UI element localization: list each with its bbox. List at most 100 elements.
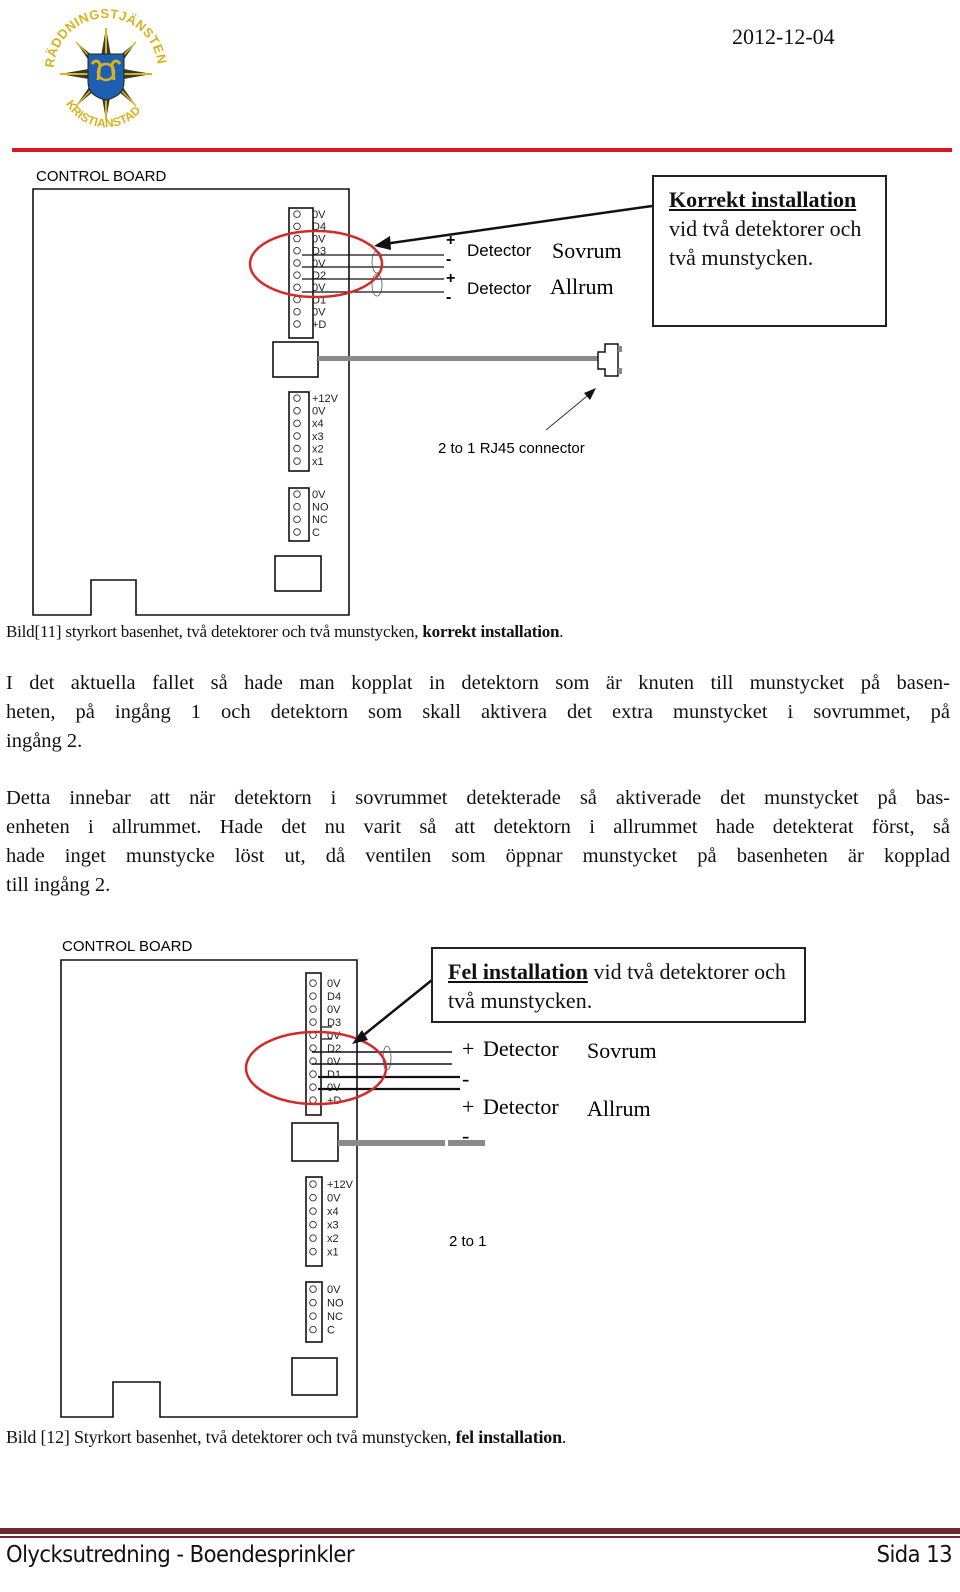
terminal-pin-icon	[309, 1018, 317, 1026]
terminal-pin-icon	[309, 1312, 317, 1320]
terminal-label: x1	[312, 456, 324, 468]
terminal-label: 0V	[312, 233, 326, 245]
terminal-pin-icon	[293, 444, 301, 453]
terminal-label: +D	[312, 319, 326, 331]
terminal-label: 0V	[312, 209, 326, 221]
rj45-socket	[272, 341, 319, 378]
terminal-pin-icon	[293, 394, 301, 402]
plus-sign: +	[446, 270, 455, 287]
terminal-label: x2	[327, 1233, 339, 1245]
detector-1-plus: +	[462, 1036, 474, 1061]
terminal-pin-icon	[293, 490, 301, 498]
terminal-pin-icon	[293, 259, 301, 267]
paragraph-line: hade inget munstycke löst ut, då ventile…	[6, 845, 950, 867]
detector-label-1: Detector	[483, 1036, 559, 1061]
paragraph-line: enheten i allrummet. Hade det nu varit s…	[6, 816, 950, 838]
terminal-pin-icon	[309, 1220, 317, 1229]
terminal-label: x3	[327, 1220, 339, 1232]
figure-caption-11: Bild[11] styrkort basenhet, två detektor…	[6, 622, 564, 642]
terminal-pin-icon	[309, 992, 317, 1000]
connector-label: 2 to 1 RJ45 connector	[438, 440, 585, 457]
caption-bold: fel installation	[455, 1427, 563, 1447]
detector-2-plus: +	[462, 1094, 474, 1119]
paragraph-2: Detta innebar att när detektorn i sovrum…	[6, 784, 950, 900]
terminal-label: D1	[327, 1069, 341, 1081]
terminal-label: C	[327, 1325, 335, 1337]
arrow-head-icon	[374, 236, 391, 250]
minus-sign: -	[446, 289, 451, 306]
terminal-label: D2	[312, 270, 326, 282]
board-title: CONTROL BOARD	[36, 168, 166, 185]
connector-pointer	[545, 391, 593, 431]
terminal-block-detectors	[305, 972, 322, 1116]
terminal-label: NO	[327, 1298, 344, 1310]
caption-text: Bild[11] styrkort basenhet, två detektor…	[6, 622, 423, 641]
terminal-label: x4	[312, 418, 324, 430]
terminal-label: x4	[327, 1206, 339, 1218]
terminal-label: x1	[327, 1247, 339, 1259]
terminal-pin-icon	[309, 1005, 317, 1013]
terminal-label: 0V	[312, 489, 326, 501]
caption-end: .	[559, 622, 564, 641]
connector-label-partial: 2 to 1	[449, 1233, 487, 1250]
terminal-label: 0V	[327, 1056, 341, 1068]
callout-wrong-installation: Fel installation vid två detektorer och …	[431, 947, 806, 1023]
terminal-label: 0V	[327, 1004, 341, 1016]
terminal-pin-icon	[309, 1083, 317, 1091]
terminal-pin-icon	[293, 406, 301, 415]
terminal-pin-icon	[293, 419, 301, 428]
minus-sign: -	[446, 251, 451, 268]
terminal-block-3-labels: 0V NONC C	[309, 1284, 344, 1337]
terminal-label: NC	[312, 514, 328, 526]
callout-bold: Fel installation	[448, 959, 588, 984]
terminal-label: x2	[312, 443, 324, 455]
rj45-connector-icon	[597, 343, 619, 377]
rj45-socket	[291, 1122, 339, 1162]
callout-arrow	[359, 979, 433, 1039]
terminal-label: D3	[312, 246, 326, 258]
detector-1-minus: -	[462, 1066, 469, 1091]
terminal-label: 0V	[327, 1193, 341, 1205]
terminal-block-2-labels: +12V0Vx4x3x2x1	[293, 393, 339, 468]
callout-text: vid två detektorer och två munstycken.	[669, 216, 862, 270]
footer-title: Olycksutredning - Boendesprinkler	[6, 1542, 355, 1568]
paragraph-line: ingång 2.	[6, 730, 83, 752]
terminal-label: +12V	[327, 1179, 354, 1191]
terminal-block-1-labels: 0VD40VD30VD20VD10V+D	[309, 978, 341, 1107]
figure-caption-12: Bild [12] Styrkort basenhet, två detekto…	[6, 1427, 566, 1448]
control-board-outline	[60, 959, 358, 1418]
caption-end: .	[561, 1427, 567, 1447]
wire-polarity-labels: +-+-	[446, 232, 455, 306]
terminal-label: NC	[327, 1311, 343, 1323]
terminal-pin-icon	[293, 283, 301, 292]
terminal-label: NO	[312, 502, 329, 514]
paragraph-line: heten, på ingång 1 och detektorn som ska…	[6, 701, 950, 723]
terminal-label: D2	[327, 1043, 341, 1055]
callout-correct-installation: Korrekt installation vid två detektorer …	[652, 175, 887, 327]
terminal-label: +12V	[312, 393, 339, 405]
terminal-pin-icon	[293, 320, 301, 328]
terminal-pin-icon	[293, 457, 301, 465]
terminal-label: 0V	[327, 978, 341, 990]
callout-bold: Korrekt installation	[669, 187, 857, 212]
terminal-label: 0V	[312, 406, 326, 418]
terminal-block-inputs	[288, 391, 310, 472]
document-date: 2012-12-04	[732, 24, 835, 49]
terminal-pin-icon	[309, 979, 317, 987]
terminal-label: x3	[312, 431, 324, 443]
terminal-pin-icon	[293, 222, 301, 231]
terminal-pin-icon	[309, 1247, 317, 1256]
terminal-pin-icon	[309, 1298, 317, 1307]
room-label-sovrum: Sovrum	[587, 1038, 657, 1063]
detector-label-2: Detector	[467, 279, 532, 298]
terminal-pin-icon	[309, 1180, 317, 1188]
terminal-block-2-labels: +12V 0Vx4 x3x2 x1	[309, 1179, 354, 1259]
terminal-pin-icon	[293, 246, 301, 255]
terminal-pin-icon	[309, 1207, 317, 1215]
board-title: CONTROL BOARD	[62, 938, 192, 955]
footer-rule-thin	[0, 1536, 960, 1538]
terminal-label: 0V	[327, 1284, 341, 1296]
terminal-pin-icon	[309, 1070, 317, 1078]
room-label-allrum: Allrum	[550, 274, 614, 299]
terminal-pin-icon	[309, 1234, 317, 1242]
